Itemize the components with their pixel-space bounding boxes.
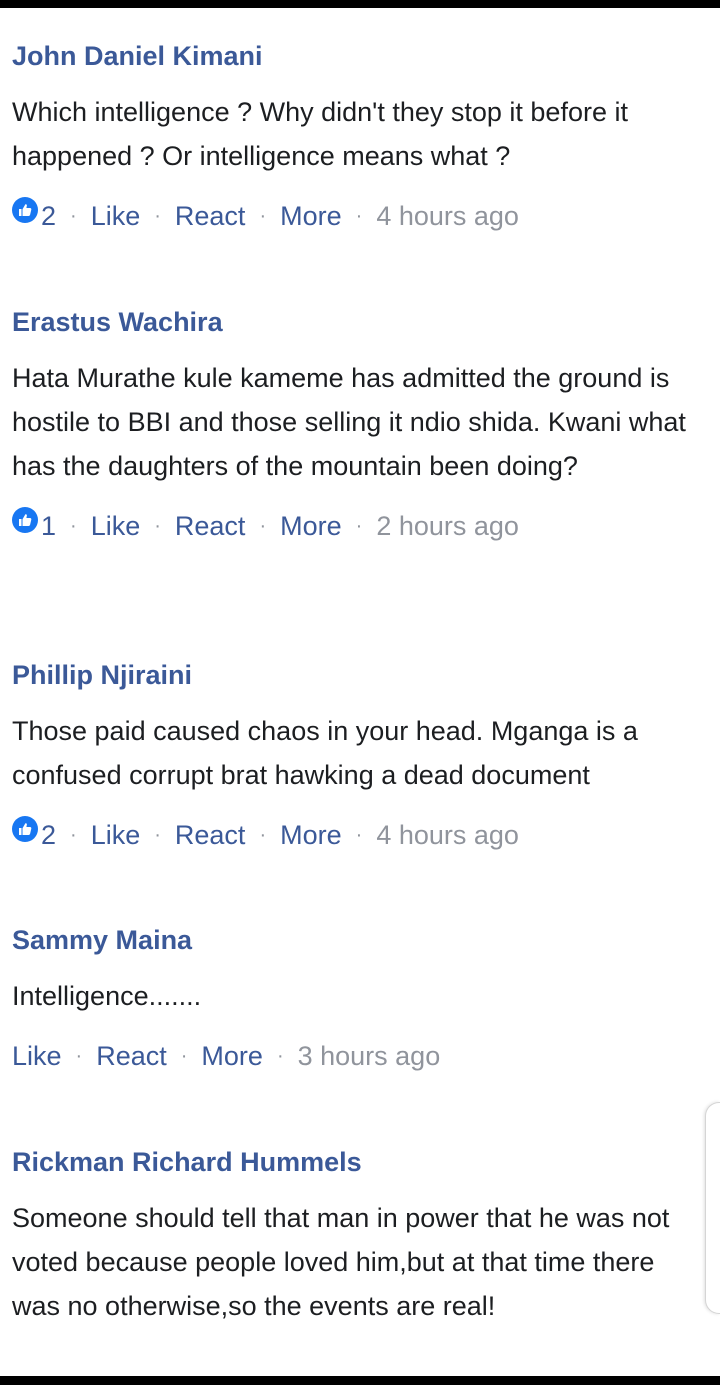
like-link[interactable]: Like xyxy=(91,815,141,855)
comment-text: Intelligence....... xyxy=(12,981,202,1011)
like-reaction-icon[interactable] xyxy=(12,197,38,223)
separator: · xyxy=(180,1045,188,1067)
comment-actions: 1 · Like · React · More · 2 hours ago xyxy=(12,506,702,546)
more-link[interactable]: More xyxy=(280,506,342,546)
reaction-count[interactable]: 1 xyxy=(41,506,56,546)
comment-text: Which intelligence ? Why didn't they sto… xyxy=(12,97,628,171)
like-link[interactable]: Like xyxy=(91,506,141,546)
separator: · xyxy=(154,515,161,537)
status-bar xyxy=(0,0,720,8)
react-link[interactable]: React xyxy=(175,815,246,855)
comment-actions: 2 · Like · React · More · 4 hours ago xyxy=(12,196,702,236)
separator: · xyxy=(70,515,77,537)
more-link[interactable]: More xyxy=(201,1036,263,1076)
like-link[interactable]: Like xyxy=(12,1036,62,1076)
comment-author[interactable]: Erastus Wachira xyxy=(12,306,702,338)
separator: · xyxy=(355,205,363,227)
react-link[interactable]: React xyxy=(175,196,246,236)
comment: John Daniel Kimani Which intelligence ? … xyxy=(12,40,702,236)
comment-timestamp: 4 hours ago xyxy=(376,201,519,231)
reaction-count[interactable]: 2 xyxy=(41,196,56,236)
separator: · xyxy=(355,824,363,846)
scroll-handle[interactable] xyxy=(705,1102,720,1314)
comment-text: Hata Murathe kule kameme has admitted th… xyxy=(12,363,686,481)
more-link[interactable]: More xyxy=(280,196,342,236)
separator: · xyxy=(70,824,77,846)
comment-text: Someone should tell that man in power th… xyxy=(12,1203,670,1321)
separator: · xyxy=(259,205,267,227)
comment-author[interactable]: Sammy Maina xyxy=(12,924,702,956)
comment-actions: Like · React · More · 3 hours ago xyxy=(12,1036,702,1076)
separator: · xyxy=(259,824,267,846)
like-reaction-icon[interactable] xyxy=(12,507,38,533)
comment: Rickman Richard Hummels Someone should t… xyxy=(12,1146,702,1328)
separator: · xyxy=(154,824,161,846)
comment-author[interactable]: Phillip Njiraini xyxy=(12,659,702,691)
react-link[interactable]: React xyxy=(96,1036,167,1076)
separator: · xyxy=(75,1045,83,1067)
separator: · xyxy=(154,205,161,227)
like-reaction-icon[interactable] xyxy=(12,816,38,842)
like-link[interactable]: Like xyxy=(91,196,141,236)
comment-timestamp: 3 hours ago xyxy=(297,1041,441,1071)
comment: Sammy Maina Intelligence....... Like · R… xyxy=(12,924,702,1076)
separator: · xyxy=(276,1045,284,1067)
separator: · xyxy=(355,515,363,537)
more-link[interactable]: More xyxy=(280,815,342,855)
reaction-count[interactable]: 2 xyxy=(41,815,56,855)
comment-actions: 2 · Like · React · More · 4 hours ago xyxy=(12,815,702,855)
comment-timestamp: 4 hours ago xyxy=(376,820,519,850)
comment-timestamp: 2 hours ago xyxy=(376,511,519,541)
comment-author[interactable]: Rickman Richard Hummels xyxy=(12,1146,702,1178)
comment-author[interactable]: John Daniel Kimani xyxy=(12,40,702,72)
comment: Erastus Wachira Hata Murathe kule kameme… xyxy=(12,306,702,546)
navigation-bar xyxy=(0,1376,720,1385)
comment: Phillip Njiraini Those paid caused chaos… xyxy=(12,659,702,855)
separator: · xyxy=(259,515,267,537)
react-link[interactable]: React xyxy=(175,506,246,546)
separator: · xyxy=(70,205,77,227)
comment-text: Those paid caused chaos in your head. Mg… xyxy=(12,716,638,790)
